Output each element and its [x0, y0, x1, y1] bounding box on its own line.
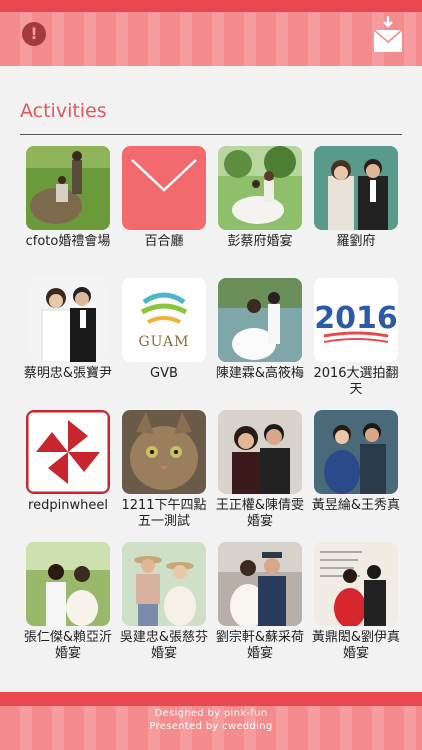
top-bar-edge — [0, 0, 422, 12]
activity-label: cfoto婚禮會場 — [25, 234, 111, 249]
activity-label: 劉宗軒&蘇采荷婚宴 — [215, 630, 305, 661]
activity-label: 羅劉府 — [336, 234, 376, 249]
footer-edge — [0, 692, 422, 706]
photo-couple-garden — [218, 146, 302, 230]
next-row-peek — [0, 672, 422, 692]
activities-panel: Activities cfoto婚禮會場 百合廳 彭蔡府婚宴 羅劉府 蔡明忠&張… — [0, 66, 422, 672]
photo-couple-portrait — [314, 146, 398, 230]
activity-label: 蔡明忠&張寶尹 — [23, 366, 113, 381]
activity-label: 百合廳 — [144, 234, 184, 249]
activity-label: 吳建忠&張慈芬婚宴 — [119, 630, 209, 661]
activity-label: 張仁傑&賴亞沂婚宴 — [23, 630, 113, 661]
photo-couple-outdoor — [26, 542, 110, 626]
photo-couple-dark — [218, 410, 302, 494]
designer-credit: Designed by pink-fun — [154, 708, 268, 719]
photo-couple-red-dress — [314, 542, 398, 626]
activity-label: redpinwheel — [28, 498, 108, 513]
mail-download-icon[interactable] — [372, 16, 404, 54]
photo-couple-white — [26, 278, 110, 362]
activity-label: 陳建霖&高筱梅 — [215, 366, 305, 381]
activity-label: GVB — [150, 366, 178, 381]
2016-logo: 2016 — [314, 278, 398, 362]
exclamation-circle-icon[interactable]: ! — [22, 22, 46, 46]
activity-label: 王正權&陳倩雯婚宴 — [215, 498, 305, 529]
activity-label: 黃昱綸&王秀真 — [311, 498, 401, 513]
photo-couple-blue — [314, 410, 398, 494]
year-text: 2016 — [314, 301, 398, 336]
photo-couple-hats — [122, 542, 206, 626]
activity-label: 黃鼎閎&劉伊真婚宴 — [311, 630, 401, 661]
guam-text: GUAM — [139, 334, 190, 350]
section-title: Activities — [20, 100, 107, 122]
footer: Designed by pink-fun Presented by cweddi… — [0, 672, 422, 750]
activity-label: 彭蔡府婚宴 — [227, 234, 293, 249]
photo-couple-grass — [26, 146, 110, 230]
activity-label: 1211下午四點五一測試 — [121, 498, 207, 529]
mail-envelope-icon — [122, 146, 206, 230]
activity-label: 2016大選拍翻天 — [313, 366, 399, 397]
guam-logo: GUAM — [122, 278, 206, 362]
photo-couple-military — [218, 542, 302, 626]
photo-couple-lake — [218, 278, 302, 362]
presenter-credit: Presented by cwedding — [149, 721, 273, 732]
pinwheel-logo — [26, 410, 110, 494]
top-bar: ! — [0, 0, 422, 66]
photo-cat — [122, 410, 206, 494]
divider — [20, 134, 402, 135]
